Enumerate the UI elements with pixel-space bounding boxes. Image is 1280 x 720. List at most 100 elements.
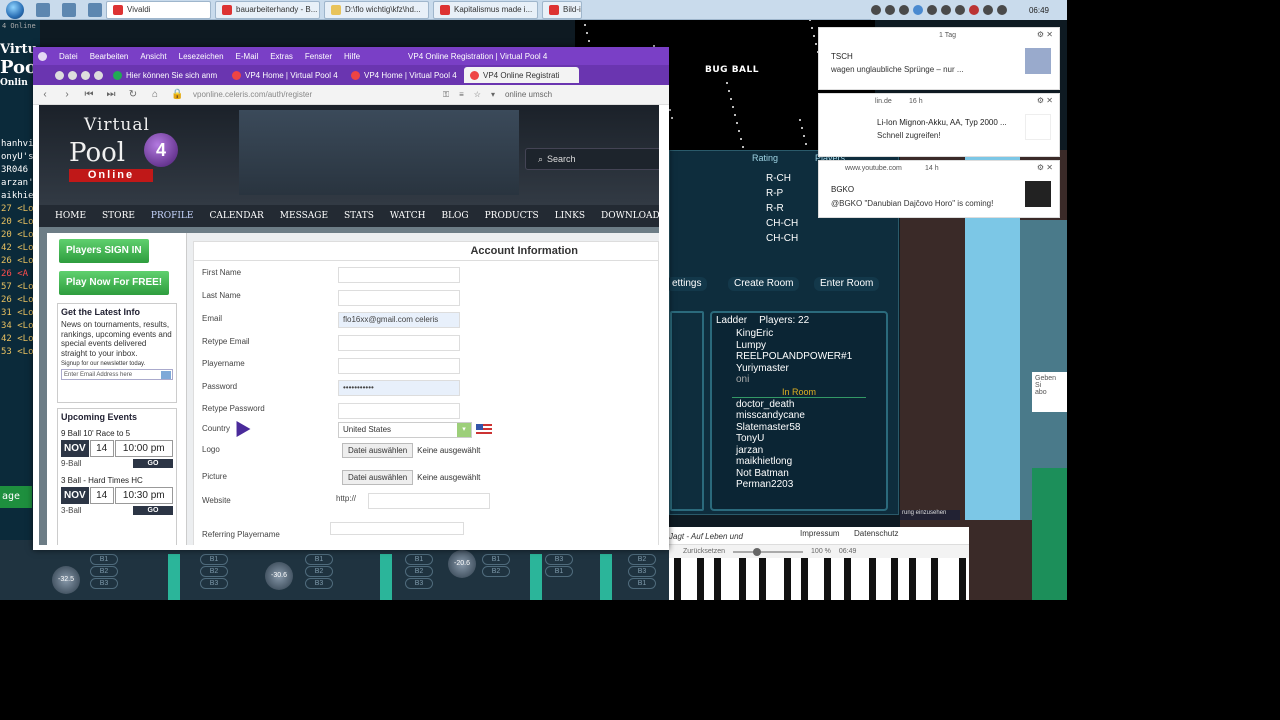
bus-button[interactable]: B3 (305, 578, 333, 589)
rating-item[interactable]: R-P (766, 188, 826, 199)
url-field[interactable]: vponline.celeris.com/auth/register (193, 90, 433, 99)
fast-forward-icon[interactable]: ⏭ (105, 89, 117, 100)
bus-button[interactable]: B2 (628, 554, 656, 565)
settings-button[interactable]: ettings (666, 277, 708, 291)
nav-watch[interactable]: WATCH (382, 211, 434, 221)
task-bild[interactable]: Bild-in (542, 0, 582, 19)
notification-controls[interactable]: ⚙ ✕ (1037, 30, 1053, 39)
email-input[interactable]: flo16xx@gmail.com celeris (338, 312, 460, 328)
event-go-button[interactable]: GO (133, 459, 173, 468)
vivaldi-icon[interactable] (38, 51, 47, 61)
bus-button[interactable]: B2 (482, 566, 510, 577)
piano-key[interactable] (909, 558, 916, 600)
bus-button[interactable]: B1 (628, 578, 656, 589)
youtube-pinned-icon[interactable] (55, 70, 64, 80)
impressum-link[interactable]: Impressum (800, 529, 840, 538)
fader[interactable] (380, 554, 392, 600)
task-kapitalismus[interactable]: Kapitalismus made i... (433, 0, 538, 19)
choose-picture-button[interactable]: Datei auswählen (342, 469, 414, 485)
volume-knob[interactable]: -30.6 (265, 562, 293, 590)
task-bauarbeiterhandy[interactable]: bauarbeiterhandy - B... (215, 0, 320, 19)
start-button[interactable] (6, 0, 24, 19)
nav-products[interactable]: PRODUCTS (477, 211, 547, 221)
piano-key[interactable] (844, 558, 851, 600)
bus-button[interactable]: B3 (90, 578, 118, 589)
menu-extras[interactable]: Extras (270, 52, 293, 61)
tray-app-icon[interactable] (912, 5, 923, 15)
rating-item[interactable]: CH-CH (766, 233, 826, 244)
rating-item[interactable]: CH-CH (766, 218, 826, 229)
piano-key[interactable] (824, 558, 831, 600)
logo-virtual[interactable]: Virtual (84, 115, 150, 135)
dropdown-icon[interactable]: ▾ (491, 90, 495, 100)
fader[interactable] (530, 554, 542, 600)
bus-button[interactable]: B1 (482, 554, 510, 565)
notification-controls[interactable]: ⚙ ✕ (1037, 163, 1053, 172)
rating-item[interactable]: R-CH (766, 173, 826, 184)
nav-calendar[interactable]: CALENDAR (201, 211, 271, 221)
bus-button[interactable]: B1 (305, 554, 333, 565)
nav-home[interactable]: HOME (47, 211, 94, 221)
search-field[interactable]: online umsch (505, 90, 552, 99)
clock[interactable]: 06:49 (1029, 6, 1049, 15)
key-icon[interactable]: ⚿ (443, 90, 449, 100)
nav-store[interactable]: STORE (94, 211, 143, 221)
room-player[interactable]: Perman2203 (712, 479, 886, 491)
bus-button[interactable]: B2 (305, 566, 333, 577)
room-player[interactable]: Slatemaster58 (712, 422, 886, 434)
bus-button[interactable]: B1 (200, 554, 228, 565)
nav-downloads[interactable]: DOWNLOADS (593, 211, 659, 221)
chat-panel[interactable] (670, 311, 704, 511)
enter-room-button[interactable]: Enter Room (814, 277, 880, 291)
logo-pool[interactable]: Pool (69, 138, 125, 168)
retype-email-input[interactable] (338, 335, 460, 351)
media-player-icon[interactable] (88, 2, 102, 17)
website-input[interactable] (368, 493, 490, 509)
bus-button[interactable]: B1 (545, 566, 573, 577)
reset-zoom-button[interactable]: Zurücksetzen (683, 548, 725, 555)
referring-input[interactable] (330, 522, 464, 535)
ladder-player[interactable]: Yuriymaster (712, 363, 886, 375)
nav-stats[interactable]: STATS (336, 211, 382, 221)
room-player[interactable]: jarzan (712, 445, 886, 457)
ladder-player[interactable]: oni (712, 374, 886, 386)
piano-keyboard[interactable] (669, 558, 969, 600)
nav-profile[interactable]: PROFILE (143, 211, 202, 221)
nav-blog[interactable]: BLOG (433, 211, 476, 221)
lock-icon[interactable]: 🔒 (171, 89, 183, 100)
menu-lesezeichen[interactable]: Lesezeichen (179, 52, 224, 61)
ladder-player[interactable]: Lumpy (712, 340, 886, 352)
home-icon[interactable]: ⌂ (149, 89, 161, 100)
create-room-button[interactable]: Create Room (728, 277, 800, 291)
bus-button[interactable]: B2 (200, 566, 228, 577)
piano-key[interactable] (891, 558, 898, 600)
datenschutz-link[interactable]: Datenschutz (854, 529, 898, 538)
volume-knob[interactable]: -20.6 (448, 550, 476, 578)
piano-key[interactable] (931, 558, 938, 600)
fader[interactable] (600, 554, 612, 600)
piano-key[interactable] (869, 558, 876, 600)
piano-key[interactable] (784, 558, 791, 600)
chevron-down-icon[interactable]: ▾ (457, 423, 471, 437)
notification-controls[interactable]: ⚙ ✕ (1037, 96, 1053, 105)
players-sign-in-button[interactable]: Players SIGN IN (59, 239, 149, 263)
notification[interactable]: ⚙ ✕ lin.de 16 h Li-Ion Mignon-Akku, AA, … (818, 93, 1060, 157)
tray-app-icon[interactable] (870, 5, 881, 15)
site-search[interactable]: ⌕ Search (525, 148, 659, 170)
first-name-input[interactable] (338, 267, 460, 283)
network-icon[interactable] (982, 5, 993, 15)
room-player[interactable]: misscandycane (712, 410, 886, 422)
piano-key[interactable] (714, 558, 721, 600)
country-select[interactable]: United States ▾ (338, 422, 472, 438)
fader[interactable] (168, 554, 180, 600)
piano-key[interactable] (674, 558, 681, 600)
menu-bearbeiten[interactable]: Bearbeiten (90, 52, 129, 61)
play-free-button[interactable]: Play Now For FREE! (59, 271, 170, 295)
bus-button[interactable]: B3 (628, 566, 656, 577)
piano-key[interactable] (739, 558, 746, 600)
password-input[interactable]: ••••••••••• (338, 380, 460, 396)
event-go-button[interactable]: GO (133, 506, 173, 515)
tab[interactable]: VP4 Home | Virtual Pool 4 (226, 67, 341, 83)
nav-links[interactable]: LINKS (547, 211, 593, 221)
retype-password-input[interactable] (338, 403, 460, 419)
